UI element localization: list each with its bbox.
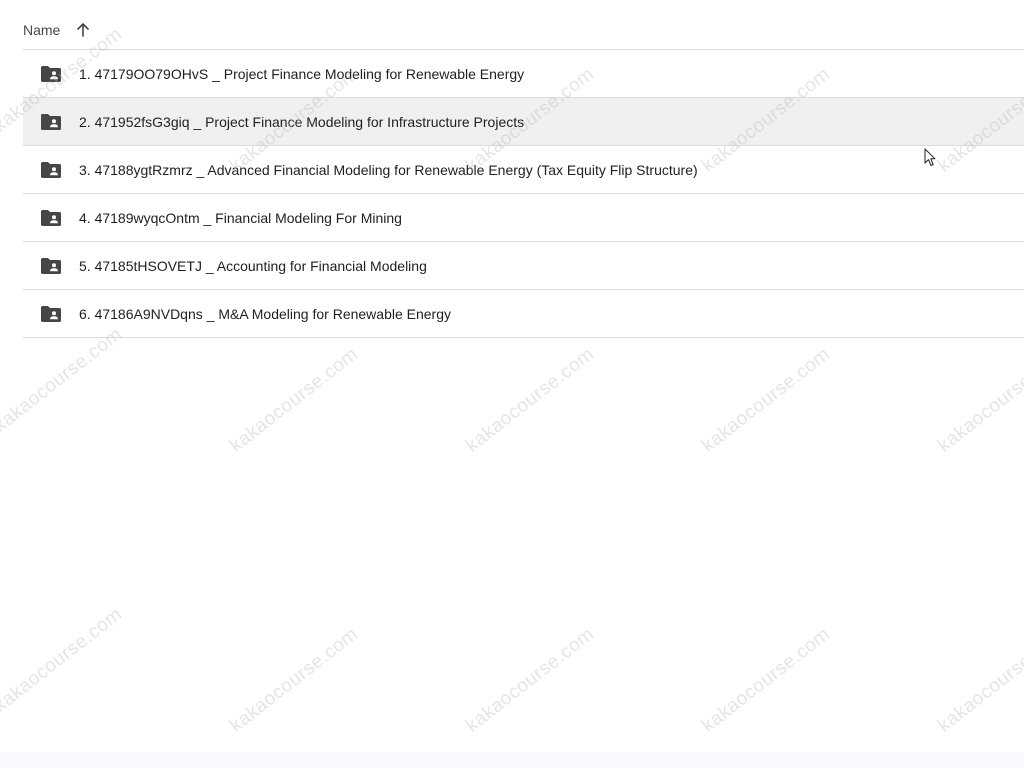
watermark: kakaocourse.com [462,623,599,737]
watermark: kakaocourse.com [698,343,835,457]
shared-folder-icon [41,161,61,178]
list-item[interactable]: 4. 47189wyqcOntm _ Financial Modeling Fo… [23,194,1024,242]
shared-folder-icon [41,113,61,130]
folder-name: 1. 47179OO79OHvS _ Project Finance Model… [79,65,525,82]
list-item[interactable]: 2. 471952fsG3giq _ Project Finance Model… [23,98,1024,146]
shared-folder-icon [41,209,61,226]
watermark: kakaocourse.com [934,343,1024,457]
watermark: kakaocourse.com [226,343,363,457]
arrow-up-icon[interactable] [76,23,90,37]
column-header: Name [23,14,90,46]
file-list: 1. 47179OO79OHvS _ Project Finance Model… [23,50,1024,338]
watermark: kakaocourse.com [462,343,599,457]
file-list-page: Name 1. 47179OO79OHvS _ Project Finance … [0,0,1024,768]
watermark: kakaocourse.com [226,623,363,737]
list-item[interactable]: 5. 47185tHSOVETJ _ Accounting for Financ… [23,242,1024,290]
folder-name: 6. 47186A9NVDqns _ M&A Modeling for Rene… [79,305,451,322]
folder-name: 4. 47189wyqcOntm _ Financial Modeling Fo… [79,209,402,226]
shared-folder-icon [41,65,61,82]
mouse-pointer-icon [924,148,936,166]
watermark: kakaocourse.com [934,623,1024,737]
name-column-header[interactable]: Name [23,22,60,38]
folder-name: 2. 471952fsG3giq _ Project Finance Model… [79,113,525,130]
folder-name: 5. 47185tHSOVETJ _ Accounting for Financ… [79,257,427,274]
watermark: kakaocourse.com [698,623,835,737]
list-item[interactable]: 1. 47179OO79OHvS _ Project Finance Model… [23,50,1024,98]
folder-name: 3. 47188ygtRzmrz _ Advanced Financial Mo… [79,161,698,178]
shared-folder-icon [41,305,61,322]
watermark: kakaocourse.com [0,323,127,437]
list-item[interactable]: 3. 47188ygtRzmrz _ Advanced Financial Mo… [23,146,1024,194]
shared-folder-icon [41,257,61,274]
list-item[interactable]: 6. 47186A9NVDqns _ M&A Modeling for Rene… [23,290,1024,338]
watermark: kakaocourse.com [0,603,127,717]
bottom-bar [0,752,1024,768]
